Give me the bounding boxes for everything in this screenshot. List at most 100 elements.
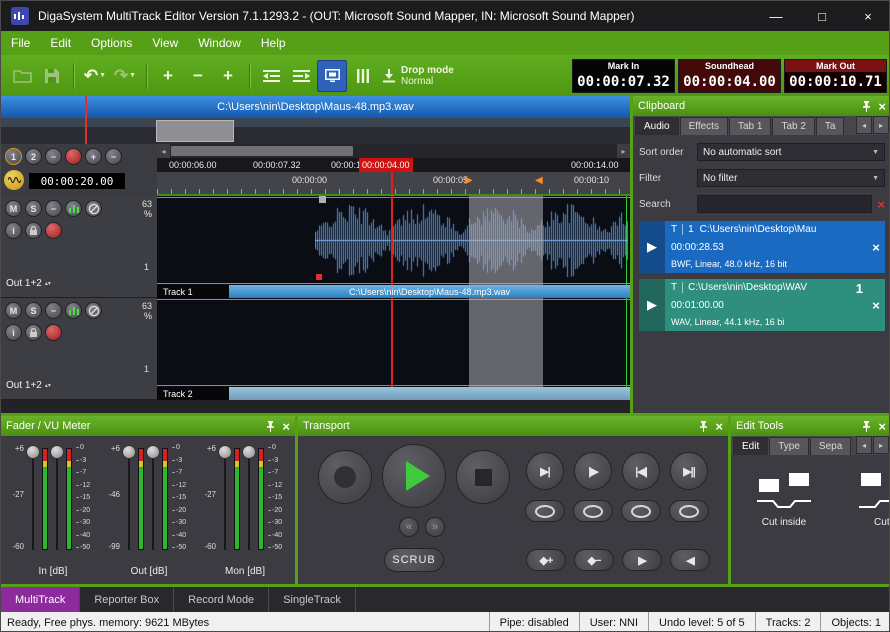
clipboard-tab-2[interactable]: Tab 2 (772, 117, 814, 135)
volume-envelope-line[interactable] (157, 197, 630, 198)
panel-close-icon[interactable]: × (715, 420, 723, 433)
panel-close-icon[interactable]: × (878, 420, 886, 433)
close-button[interactable]: × (845, 1, 890, 31)
volume-envelope-line[interactable] (626, 298, 627, 387)
solo-button[interactable]: S (25, 302, 42, 319)
pin-icon[interactable] (862, 101, 871, 112)
time-selection-region[interactable] (469, 196, 543, 285)
cut-inside-tool[interactable]: Cut inside (741, 471, 827, 528)
track-2-select-button[interactable]: 2 (25, 148, 42, 165)
clipboard-entry[interactable]: ▶ T 1 C:\Users\nin\Desktop\Mau 00:00:28.… (639, 221, 885, 273)
tab-scroll-right-icon[interactable]: ▸ (873, 436, 889, 454)
meter-toggle-button[interactable] (65, 302, 82, 319)
maximize-button[interactable]: □ (799, 1, 845, 31)
record-button[interactable] (318, 450, 372, 504)
track-2-waveform-area[interactable] (157, 298, 630, 387)
volume-envelope-line[interactable] (157, 385, 630, 386)
fader-knob[interactable] (26, 445, 40, 459)
fader-slider[interactable] (50, 442, 64, 554)
tab-scroll-left-icon[interactable]: ◂ (856, 436, 872, 454)
clear-search-icon[interactable]: × (877, 197, 885, 212)
time-ruler[interactable]: 00:00:00 00:00:05 00:00:10 ▶ ◀ (157, 172, 630, 196)
insert-object-button[interactable]: + (214, 61, 242, 91)
menu-window[interactable]: Window (188, 31, 251, 55)
prev-marker-button[interactable]: ◀ (670, 549, 710, 571)
collapse-tracks-button[interactable]: − (45, 148, 62, 165)
tab-record-mode[interactable]: Record Mode (174, 587, 269, 612)
fader-slider[interactable] (242, 442, 256, 554)
open-folder-button[interactable] (8, 61, 36, 91)
fader-knob[interactable] (242, 445, 256, 459)
fader-slider[interactable] (26, 442, 40, 554)
output-selector[interactable]: Out 1+2 ▴▾ (6, 278, 51, 289)
collapse-track-button[interactable]: − (45, 302, 62, 319)
scrub-button[interactable]: SCRUB (384, 548, 444, 572)
forward-button[interactable]: » (425, 517, 445, 537)
solo-button[interactable]: S (25, 200, 42, 217)
record-arm-all-button[interactable] (65, 148, 82, 165)
play-pause-button[interactable]: ▶|| (670, 452, 708, 490)
remove-entry-icon[interactable]: × (867, 279, 885, 331)
play-selection-button[interactable]: |◀| (622, 452, 660, 490)
scrollbar-thumb[interactable] (171, 146, 353, 156)
record-arm-button[interactable] (45, 222, 62, 239)
shift-right-button[interactable] (287, 61, 315, 91)
loop-button[interactable] (573, 500, 613, 522)
play-button[interactable] (382, 444, 446, 508)
info-button[interactable]: i (5, 222, 22, 239)
tab-singletrack[interactable]: SingleTrack (269, 587, 356, 612)
timeline-scrollbar[interactable]: ◂ ▸ (157, 144, 630, 158)
ruler-playhead[interactable] (391, 172, 393, 194)
remove-entry-icon[interactable]: × (867, 221, 885, 273)
stop-button[interactable] (456, 450, 510, 504)
shift-left-button[interactable] (257, 61, 285, 91)
undo-button[interactable]: ↶▼ (81, 61, 109, 91)
loop-button[interactable] (621, 500, 661, 522)
fader-knob[interactable] (218, 445, 232, 459)
cut-outside-tool[interactable]: Cut o (843, 471, 890, 528)
play-from-mark-button[interactable]: |▶ (574, 452, 612, 490)
track-1-waveform-area[interactable] (157, 196, 630, 285)
time-selection-region[interactable] (469, 298, 543, 387)
remove-marker-button[interactable]: ◆− (574, 549, 614, 571)
tab-reporter-box[interactable]: Reporter Box (80, 587, 174, 612)
clipboard-tab-3[interactable]: Ta (816, 117, 845, 135)
minimize-button[interactable]: — (753, 1, 799, 31)
meter-toggle-button[interactable] (65, 200, 82, 217)
mark-in-marker-icon[interactable]: ▶ (465, 175, 473, 186)
scroll-right-icon[interactable]: ▸ (617, 144, 630, 158)
menu-help[interactable]: Help (251, 31, 296, 55)
clip-start-marker[interactable] (316, 274, 322, 280)
volume-envelope-line[interactable] (157, 299, 630, 300)
fader-knob[interactable] (122, 445, 136, 459)
bypass-button[interactable] (85, 302, 102, 319)
play-entry-button[interactable]: ▶ (639, 221, 665, 273)
fader-slider[interactable] (218, 442, 232, 554)
zoom-out-button[interactable]: − (105, 148, 122, 165)
zoom-in-button[interactable]: + (85, 148, 102, 165)
overview-visible-window-handle[interactable] (156, 120, 234, 142)
add-marker-button[interactable]: ◆+ (526, 549, 566, 571)
mute-button[interactable]: M (5, 200, 22, 217)
lock-button[interactable] (25, 222, 42, 239)
edit-tools-tab-type[interactable]: Type (769, 437, 809, 455)
mark-out-marker-icon[interactable]: ◀ (535, 175, 543, 186)
add-object-button[interactable]: + (154, 61, 182, 91)
play-entry-button[interactable]: ▶ (639, 279, 665, 331)
pin-icon[interactable] (699, 421, 708, 432)
save-button[interactable] (38, 61, 66, 91)
track-1-select-button[interactable]: 1 (5, 148, 22, 165)
fader-knob[interactable] (146, 445, 160, 459)
overview-file-bar[interactable]: C:\Users\nin\Desktop\Maus-48.mp3.wav (1, 96, 630, 118)
output-spinner-icon[interactable]: ▴▾ (45, 383, 51, 389)
filter-select[interactable]: No filter ▼ (697, 169, 885, 187)
mute-button[interactable]: M (5, 302, 22, 319)
play-to-mark-button[interactable]: ▶| (526, 452, 564, 490)
fader-slider[interactable] (122, 442, 136, 554)
pin-icon[interactable] (266, 421, 275, 432)
undo-caret-icon[interactable]: ▼ (99, 72, 106, 79)
menu-file[interactable]: File (1, 31, 40, 55)
scroll-left-icon[interactable]: ◂ (157, 144, 170, 158)
drop-mode-control[interactable]: Drop modeNormal (382, 65, 454, 87)
panel-close-icon[interactable]: × (878, 100, 886, 113)
